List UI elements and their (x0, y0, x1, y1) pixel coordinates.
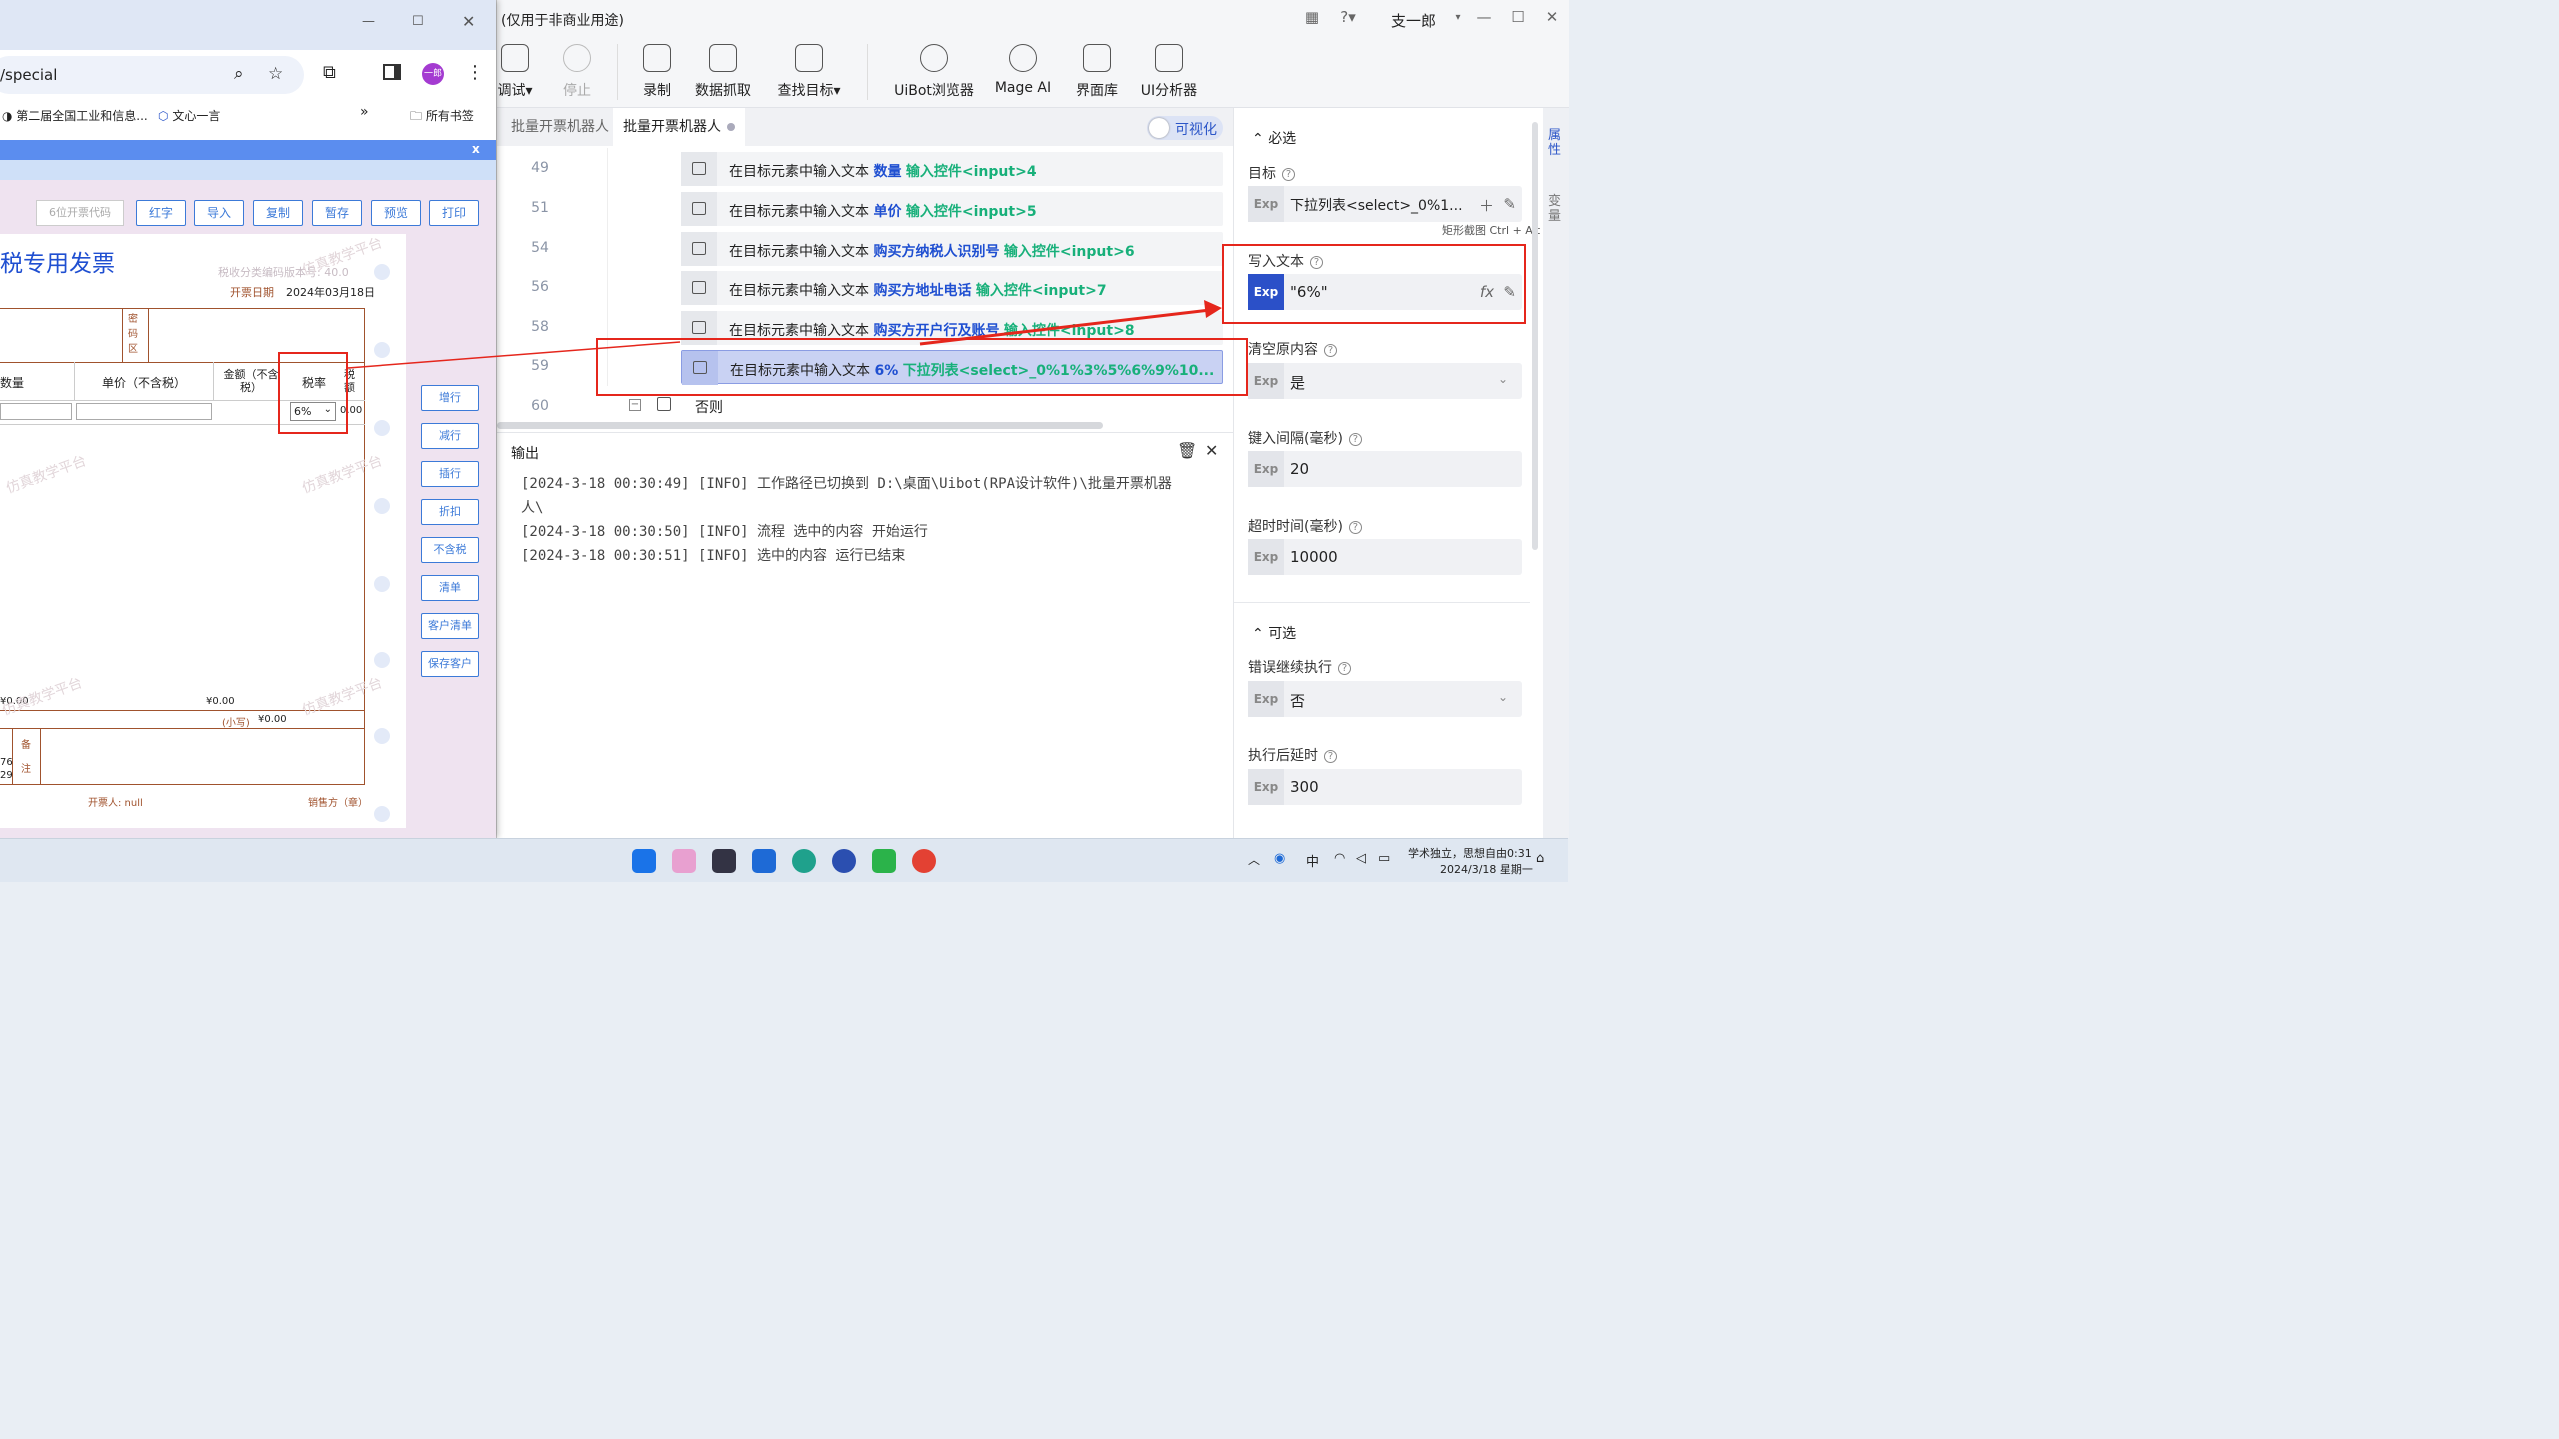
tray-app-icon[interactable]: ◉ (1274, 851, 1285, 866)
cat-app-icon[interactable] (712, 849, 736, 873)
uibot-icon[interactable] (832, 849, 856, 873)
taskbar: ︿ ◉ 中 ◠ ◁ ▭ 学术独立，思想自由0:31 2024/3/18 星期一 … (0, 838, 1568, 882)
feishu-icon[interactable] (752, 849, 776, 873)
clock-text[interactable]: 学术独立，思想自由0:31 (1408, 845, 1532, 861)
arrow-head (1204, 300, 1222, 318)
wifi-icon[interactable]: ◠ (1334, 851, 1345, 866)
annotation-arrows (347, 300, 1222, 369)
edge-icon[interactable] (792, 849, 816, 873)
copilot-icon[interactable] (672, 849, 696, 873)
chevron-up-icon[interactable]: ︿ (1248, 851, 1260, 868)
speaker-icon[interactable]: ◁ (1356, 851, 1366, 866)
ime-indicator[interactable]: 中 (1306, 851, 1319, 870)
battery-icon[interactable]: ▭ (1378, 851, 1390, 866)
windows-start-icon[interactable] (632, 849, 656, 873)
chrome-icon[interactable] (912, 849, 936, 873)
wechat-icon[interactable] (872, 849, 896, 873)
connector-line (347, 341, 681, 369)
notification-icon[interactable]: ⌂ (1536, 851, 1544, 866)
date-text[interactable]: 2024/3/18 星期一 (1440, 861, 1533, 877)
arrow-line (919, 308, 1211, 346)
